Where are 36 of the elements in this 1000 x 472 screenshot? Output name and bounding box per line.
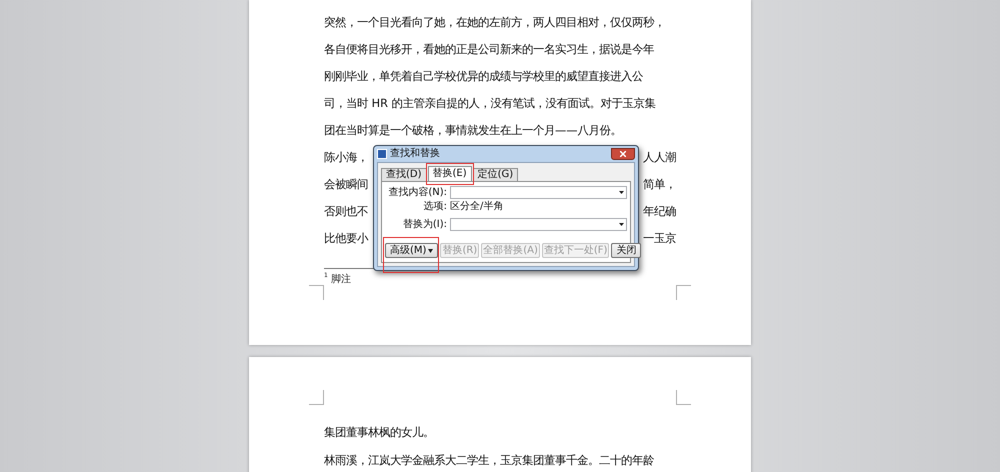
combo-field[interactable]: [450, 218, 627, 231]
combo-field[interactable]: [450, 186, 627, 199]
dropdown-icon: [619, 223, 624, 226]
field-label: 替换为(I):: [402, 218, 447, 230]
close-button[interactable]: [611, 148, 635, 160]
paragraph: 突然，一个目光看向了她，在她的左前方，两人四目相对，仅仅两秒， 各自便将目光移开，看她的正是公司新来的一名实习生，据说是今年 刚刚毕业，单凭着自己学校优异的成绩与学校里的威望直接进入公 司，当时 HR 的主管亲自提的人，没有笔试，没有面试。对于玉京集 团在当时算是一个破格，事情就发生在上一个月——八月份。: [324, 15, 665, 139]
text-line-fragment: 简单，: [643, 177, 676, 193]
caret-icon: [428, 248, 434, 252]
highlight-frame: [383, 237, 439, 273]
text-line-fragment: 比他要小: [324, 231, 368, 247]
text-line-fragment: 一玉京: [643, 231, 676, 247]
text-line-fragment: 年纪确: [643, 204, 676, 220]
margin-corner-mark: [676, 390, 691, 405]
paragraph: 集团董事林枫的女儿。: [324, 425, 435, 441]
close-icon: [620, 151, 626, 157]
dialog-tab[interactable]: 定位(G): [472, 168, 518, 181]
highlight-frame: [426, 163, 474, 185]
dialog-title: 查找和替换: [390, 148, 440, 160]
paragraph: 林雨溪，江岚大学金融系大二学生，玉京集团董事千金。二十的年龄: [324, 453, 655, 469]
field-label: 选项:: [422, 201, 447, 213]
dialog-tab[interactable]: 查找(D): [381, 168, 427, 181]
text-line-fragment: 人人潮: [643, 150, 676, 166]
text-line-fragment: 否则也不: [324, 204, 368, 220]
field-label: 查找内容(N):: [387, 186, 447, 198]
text-line-fragment: 会被瞬间: [324, 177, 368, 193]
options-value: 区分全/半角: [450, 201, 504, 213]
margin-corner-mark: [309, 390, 324, 405]
dialog-button[interactable]: 关闭: [611, 243, 642, 258]
margin-corner-mark: [676, 285, 691, 300]
dropdown-icon: [619, 191, 624, 194]
text-line-fragment: 陈小海，: [324, 150, 368, 166]
app-icon: [377, 149, 387, 159]
footnote-text: 脚注: [330, 272, 351, 287]
dialog-button[interactable]: 高级(M): [385, 243, 438, 258]
dialog-tab[interactable]: 替换(E): [428, 166, 472, 181]
margin-corner-mark: [309, 285, 324, 300]
